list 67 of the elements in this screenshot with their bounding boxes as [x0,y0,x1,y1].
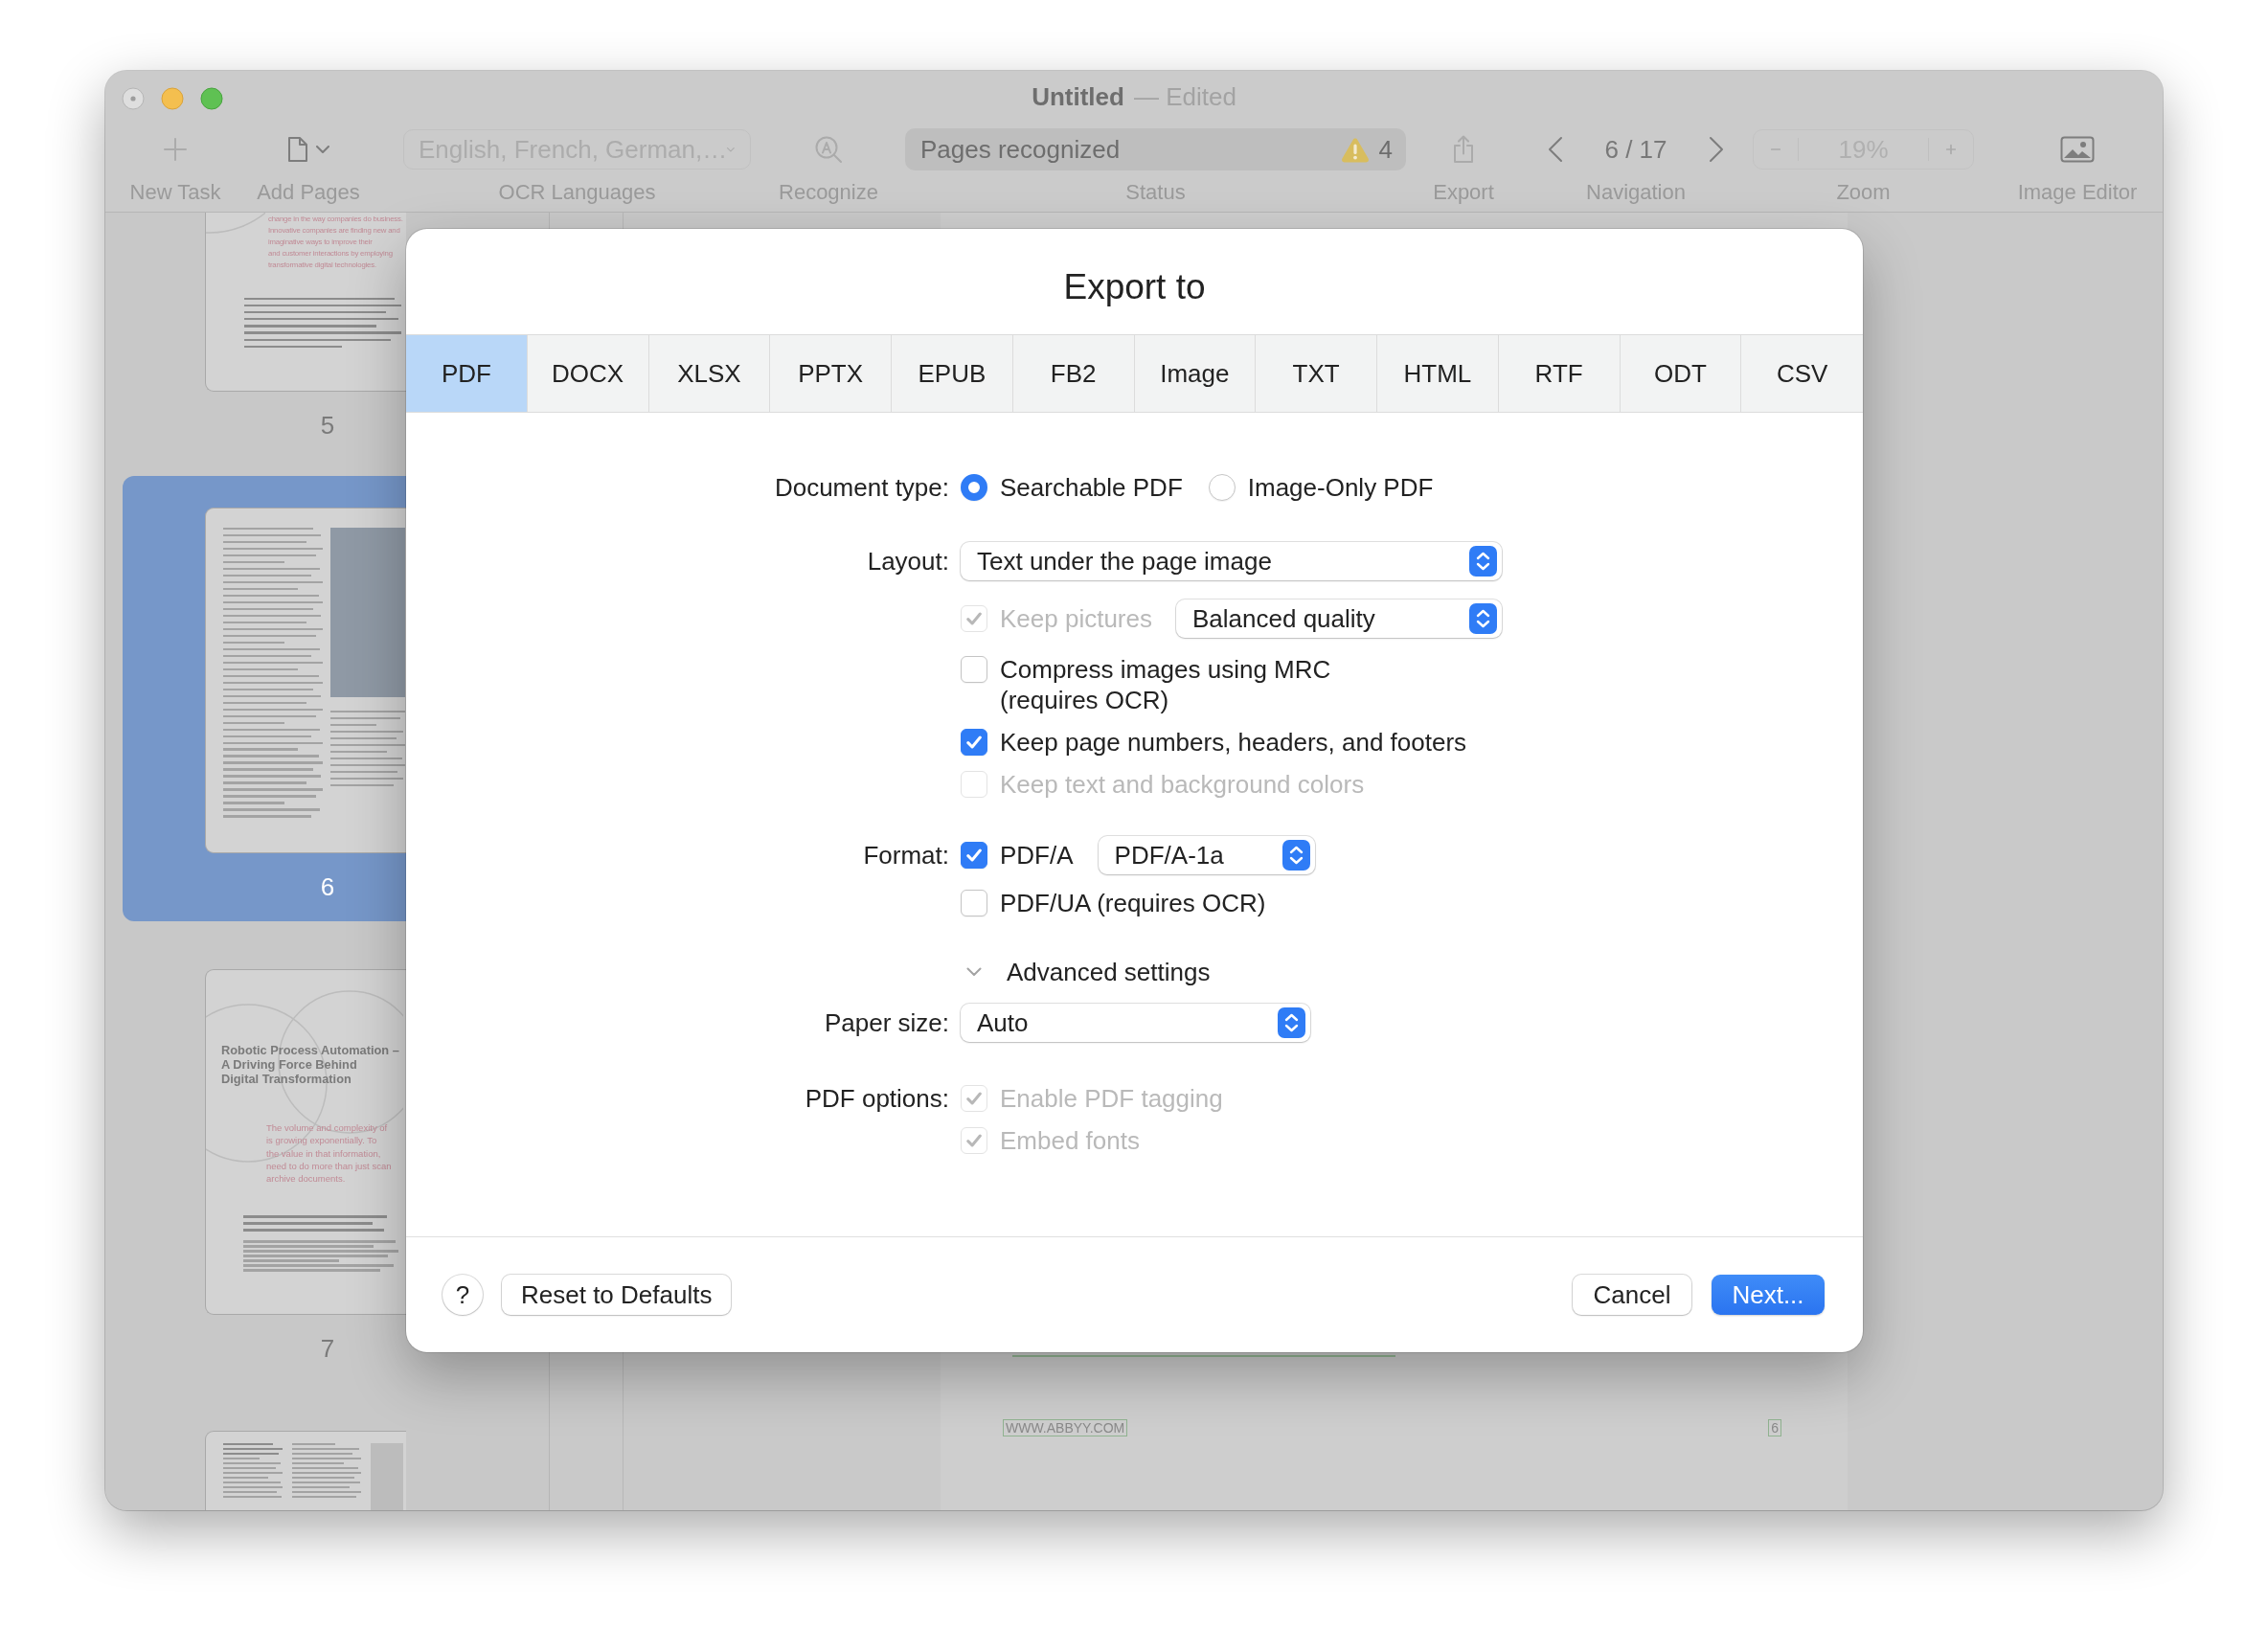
checkbox[interactable] [961,842,987,869]
format-tab[interactable]: DOCX [527,335,649,412]
field-label: Document type: [773,472,949,503]
cancel-button[interactable]: Cancel [1573,1275,1691,1315]
radio-button[interactable] [961,474,987,501]
document-icon[interactable] [287,136,308,163]
option-label[interactable]: Searchable PDF [1000,472,1183,503]
format-tab[interactable]: PPTX [770,335,892,412]
up-down-chevrons-icon [1469,603,1497,634]
format-tab[interactable]: PDF [406,335,528,412]
text-lines-drawing [223,1443,283,1501]
format-tab[interactable]: Image [1134,335,1257,412]
radio-button[interactable] [1208,474,1236,501]
dialog-title: Export to [1063,267,1206,307]
up-down-chevrons-icon [1278,1007,1305,1038]
window-title: Untitled [1032,82,1124,112]
option-label[interactable]: Image-Only PDF [1247,472,1434,503]
close-icon[interactable] [122,87,145,110]
fullscreen-icon[interactable] [200,87,223,110]
field-label: Layout: [866,546,949,577]
option-label[interactable]: Keep page numbers, headers, and footers [1000,727,1467,758]
format-tab[interactable]: XLSX [648,335,771,412]
field-label: Format: [862,840,949,871]
up-down-chevrons-icon [1469,546,1497,577]
format-tab[interactable]: CSV [1741,335,1863,412]
disclosure-label[interactable]: Advanced settings [1007,957,1211,987]
status-text: Pages recognized [920,134,1121,165]
field-label: Paper size: [823,1007,949,1038]
footer-text: WWW.ABBYY.COM [1003,1419,1128,1436]
minimize-icon[interactable] [161,87,184,110]
next-button[interactable]: Next... [1712,1275,1825,1315]
chevron-down-icon[interactable] [316,145,329,154]
format-tab[interactable]: RTF [1498,335,1621,412]
page-number: 5 [320,411,335,440]
page-heading: Robotic Process Automation – A Driving Force Behind Digital Transformation [221,1043,399,1086]
option-label[interactable]: PDF/UA (requires OCR) [1000,888,1266,918]
text-lines-drawing [292,1443,361,1501]
warning-icon [1340,136,1370,163]
pull-quote: The volume and complexity of is growing exponentially. To the value in that information, need to do more than just scan archive documents. [266,1121,392,1186]
layout-select[interactable]: Text under the page image [961,542,1502,580]
help-button[interactable]: ? [442,1275,483,1315]
shaded-panel [371,1443,403,1510]
page-number: 6 [1768,1419,1781,1436]
page-number: 7 [320,1334,335,1363]
chevron-down-icon [727,145,735,154]
format-tab[interactable]: ODT [1620,335,1742,412]
up-down-chevrons-icon [1281,840,1310,871]
pdfa-version-select[interactable]: PDF/A-1a [1098,836,1315,874]
chevron-down-icon[interactable] [966,967,982,977]
format-tab[interactable]: FB2 [1012,335,1135,412]
option-label[interactable]: Compress images using MRC (requires OCR) [1000,654,1331,715]
warning-count: 4 [1378,134,1393,165]
checkbox[interactable] [961,656,987,683]
format-tab[interactable]: HTML [1377,335,1499,412]
chevron-left-icon[interactable] [1548,136,1563,163]
field-label: PDF options: [804,1083,949,1114]
page-indicator: 6 / 17 [1604,134,1667,165]
option-label[interactable]: PDF/A [1000,840,1074,871]
checkbox[interactable] [961,729,987,756]
picture-icon[interactable] [2060,136,2095,163]
page-number: 6 [320,872,335,901]
paper-size-select[interactable]: Auto [961,1004,1310,1042]
reset-button[interactable]: Reset to Defaults [502,1275,732,1315]
format-tab[interactable]: TXT [1256,335,1377,412]
chevron-right-icon[interactable] [1709,136,1724,163]
checkbox[interactable] [961,890,987,916]
format-tab[interactable]: EPUB [892,335,1013,412]
